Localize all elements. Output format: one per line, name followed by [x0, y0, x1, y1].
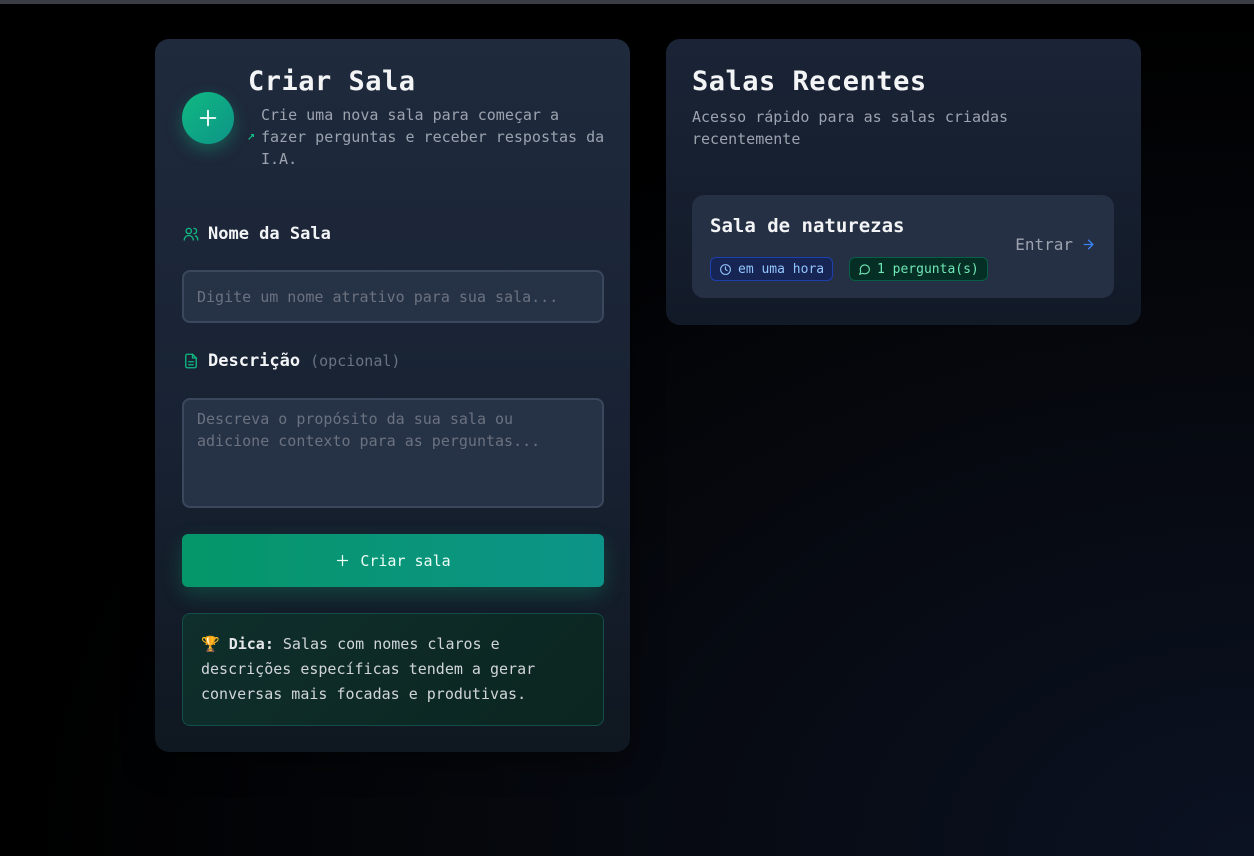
message-circle-icon: [859, 263, 870, 275]
recent-room-item[interactable]: Sala de naturezas em uma hora 1 pergunta…: [692, 195, 1114, 298]
tip-title: Dica:: [228, 635, 274, 653]
create-room-button-label: Criar sala: [360, 551, 451, 570]
time-badge-label: em uma hora: [738, 261, 825, 277]
users-icon: [183, 227, 199, 241]
window-top-bar: [0, 0, 1254, 4]
trophy-icon: 🏆: [201, 635, 220, 653]
description-optional-hint: (opcional): [310, 352, 401, 370]
recent-rooms-title: Salas Recentes: [692, 66, 927, 97]
room-name-input[interactable]: [182, 270, 604, 323]
time-badge: em uma hora: [710, 257, 834, 281]
create-room-plus-badge: [182, 92, 234, 144]
arrow-right-icon: [1083, 239, 1094, 250]
plus-icon: [199, 109, 217, 127]
description-textarea[interactable]: [182, 398, 604, 508]
create-room-title: Criar Sala: [248, 66, 416, 97]
room-name-label-text: Nome da Sala: [208, 224, 331, 244]
clock-icon: [720, 263, 731, 275]
create-room-subtitle: Crie uma nova sala para começar a fazer …: [261, 106, 605, 168]
room-name: Sala de naturezas: [710, 215, 905, 237]
create-room-button[interactable]: Criar sala: [182, 534, 604, 587]
enter-room-label: Entrar: [1015, 235, 1073, 254]
sparkle-icon: [248, 134, 254, 140]
file-text-icon: [185, 353, 197, 369]
description-label-text: Descrição: [208, 351, 301, 371]
description-label: Descrição (opcional): [182, 351, 400, 371]
plus-icon: [337, 554, 349, 567]
tip-box: 🏆 Dica: Salas com nomes claros e descriç…: [182, 613, 604, 726]
room-name-label: Nome da Sala: [182, 224, 331, 244]
recent-rooms-subtitle: Acesso rápido para as salas criadas rece…: [692, 108, 1009, 148]
questions-badge: 1 pergunta(s): [849, 257, 988, 281]
enter-room-link[interactable]: Entrar: [1015, 235, 1096, 254]
questions-badge-label: 1 pergunta(s): [877, 261, 979, 277]
